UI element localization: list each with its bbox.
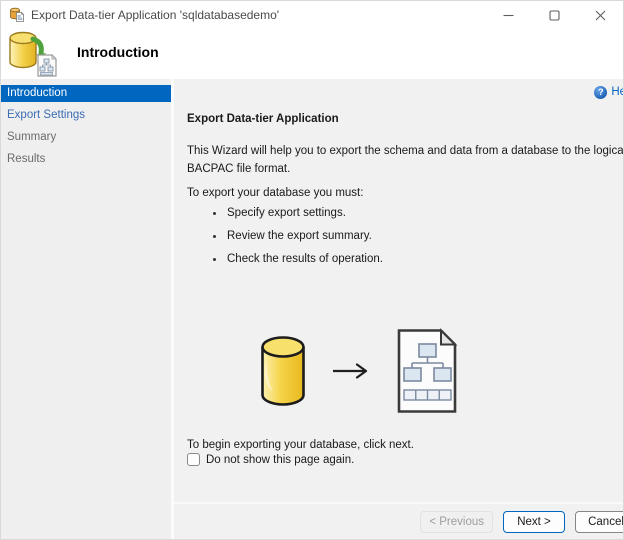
minimize-button[interactable] <box>485 1 531 29</box>
next-button[interactable]: Next > <box>503 511 565 533</box>
export-data-tier-wizard-window: Export Data-tier Application 'sqldatabas… <box>0 0 624 540</box>
list-intro: To export your database you must: <box>187 187 624 199</box>
sidebar-item-export-settings[interactable]: Export Settings <box>1 107 171 124</box>
maximize-button[interactable] <box>531 1 577 29</box>
app-icon <box>9 7 25 23</box>
page-title: Introduction <box>77 44 159 60</box>
main-content: ? Help Export Data-tier Application This… <box>174 79 624 466</box>
wizard-header: Introduction <box>1 29 623 79</box>
content-heading: Export Data-tier Application <box>187 113 624 125</box>
right-arrow-icon <box>333 361 369 381</box>
button-bar: < Previous Next > Cancel <box>174 502 624 539</box>
help-row: ? Help <box>187 85 624 99</box>
bullet-item: Specify export settings. <box>187 206 624 221</box>
database-to-bacpac-icon <box>7 31 61 77</box>
sidebar-item-introduction[interactable]: Introduction <box>1 85 171 102</box>
export-illustration <box>259 325 624 417</box>
title-bar: Export Data-tier Application 'sqldatabas… <box>1 1 623 29</box>
do-not-show-checkbox[interactable] <box>187 453 200 466</box>
database-cylinder-icon <box>259 334 307 408</box>
bacpac-document-icon <box>395 327 459 415</box>
wizard-steps-sidebar: Introduction Export Settings Summary Res… <box>1 79 171 539</box>
window-title: Export Data-tier Application 'sqldatabas… <box>31 8 485 22</box>
steps-bullet-list: Specify export settings. Review the expo… <box>187 206 624 267</box>
sidebar-item-results[interactable]: Results <box>1 151 171 168</box>
window-controls <box>485 1 623 29</box>
help-icon: ? <box>594 86 607 99</box>
help-link[interactable]: ? Help <box>594 86 624 99</box>
main-pane: ? Help Export Data-tier Application This… <box>174 79 624 539</box>
footer-instruction: To begin exporting your database, click … <box>187 439 624 451</box>
do-not-show-label[interactable]: Do not show this page again. <box>206 454 354 466</box>
bullet-item: Check the results of operation. <box>187 252 624 267</box>
do-not-show-row: Do not show this page again. <box>187 453 624 466</box>
help-label: Help <box>611 86 624 98</box>
close-button[interactable] <box>577 1 623 29</box>
wizard-body: Introduction Export Settings Summary Res… <box>1 79 623 539</box>
previous-button[interactable]: < Previous <box>420 511 493 533</box>
cancel-button[interactable]: Cancel <box>575 511 624 533</box>
bullet-item: Review the export summary. <box>187 229 624 244</box>
sidebar-item-summary[interactable]: Summary <box>1 129 171 146</box>
intro-paragraph: This Wizard will help you to export the … <box>187 142 624 178</box>
